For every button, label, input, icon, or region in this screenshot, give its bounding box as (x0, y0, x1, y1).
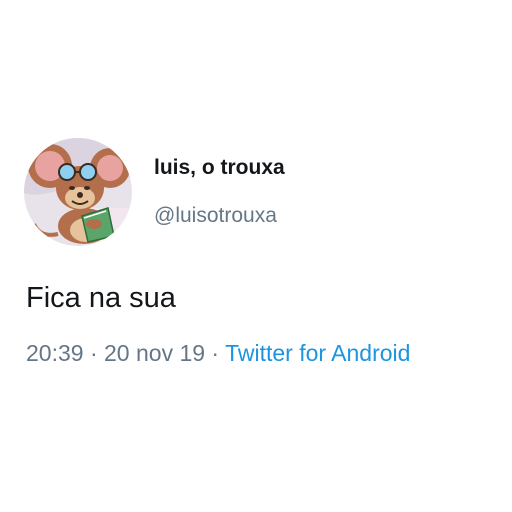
user-handle[interactable]: @luisotrouxa (154, 204, 277, 228)
tweet-text: Fica na sua (26, 282, 176, 314)
meta-separator: · (83, 340, 105, 366)
tweet-time: 20:39 (26, 340, 84, 366)
meta-separator: · (205, 340, 226, 366)
avatar[interactable] (24, 138, 132, 246)
tweet-date: 20 nov 19 (104, 340, 206, 366)
cartoon-mouse-avatar-icon (24, 138, 132, 246)
display-name[interactable]: luis, o trouxa (154, 156, 285, 180)
tweet-meta: 20:39 · 20 nov 19 · Twitter for Android (26, 340, 410, 367)
tweet-source-link[interactable]: Twitter for Android (225, 340, 410, 366)
tweet-card: luis, o trouxa @luisotrouxa Fica na sua … (0, 0, 512, 512)
